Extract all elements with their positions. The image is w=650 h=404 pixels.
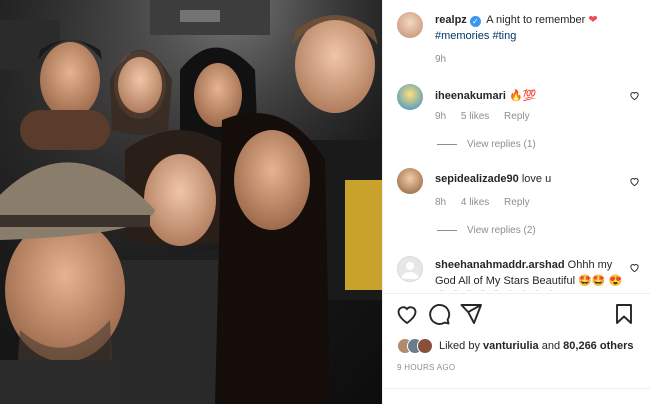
- liker-avatar: [417, 338, 433, 354]
- liked-by-others[interactable]: 80,266 others: [563, 340, 633, 352]
- comment-text: 🔥💯: [508, 90, 537, 102]
- comment-avatar[interactable]: [397, 256, 423, 282]
- comment-item: sepidealizade90 love u: [435, 171, 624, 187]
- caption-age: 9h: [435, 54, 447, 65]
- view-replies-label: View replies (1): [467, 139, 536, 150]
- post-timestamp: 9 HOURS AGO: [397, 363, 456, 372]
- view-replies-button[interactable]: View replies (2): [435, 225, 536, 236]
- add-comment-bar[interactable]: [383, 388, 650, 404]
- bookmark-icon[interactable]: [612, 302, 636, 326]
- comment-username[interactable]: iheenakumari: [435, 90, 506, 102]
- heart-icon[interactable]: [395, 302, 419, 326]
- comment-meta: 8h 4 likes Reply: [435, 197, 542, 208]
- post-caption: realpz ✓ A night to remember ❤ #memories …: [435, 12, 640, 44]
- liked-by-row[interactable]: Liked by vanturiulia and 80,266 others: [397, 336, 633, 356]
- comment-username[interactable]: sheehanahmaddr.arshad: [435, 259, 565, 271]
- liker-avatars: [397, 338, 433, 354]
- heart-emoji-icon: ❤: [588, 14, 598, 26]
- group-selfie-image: [0, 0, 382, 404]
- post-photo[interactable]: [0, 0, 382, 404]
- liked-by-and: and: [541, 340, 561, 352]
- comment-item: iheenakumari 🔥💯: [435, 88, 624, 104]
- like-comment-heart-icon[interactable]: [629, 90, 640, 101]
- default-user-icon: [401, 262, 419, 279]
- comment-likes[interactable]: 4 likes: [461, 197, 489, 208]
- like-comment-heart-icon[interactable]: [629, 262, 640, 273]
- comment-text: love u: [521, 173, 552, 185]
- view-replies-button[interactable]: View replies (1): [435, 139, 536, 150]
- caption-hashtags[interactable]: #memories #ting: [435, 30, 516, 42]
- verified-badge-icon: ✓: [469, 16, 481, 27]
- post-side-panel: realpz ✓ A night to remember ❤ #memories …: [382, 0, 650, 404]
- reply-button[interactable]: Reply: [504, 197, 530, 208]
- comment-icon[interactable]: [427, 302, 451, 326]
- share-icon[interactable]: [459, 302, 483, 326]
- post-viewer: realpz ✓ A night to remember ❤ #memories …: [0, 0, 650, 404]
- divider: [383, 293, 650, 294]
- comment-avatar[interactable]: [397, 168, 423, 194]
- view-replies-label: View replies (2): [467, 225, 536, 236]
- post-actions: [395, 302, 640, 328]
- comment-age: 8h: [435, 197, 447, 208]
- comment-username[interactable]: sepidealizade90: [435, 173, 519, 185]
- comment-likes[interactable]: 5 likes: [461, 111, 489, 122]
- author-avatar[interactable]: [397, 12, 423, 38]
- caption-text: A night to remember: [486, 14, 586, 26]
- author-username[interactable]: realpz: [435, 14, 467, 26]
- liked-by-prefix: Liked by: [439, 340, 480, 352]
- reply-button[interactable]: Reply: [504, 111, 530, 122]
- like-comment-heart-icon[interactable]: [629, 176, 640, 187]
- liked-by-user[interactable]: vanturiulia: [483, 340, 539, 352]
- comment-meta: 9h 5 likes Reply: [435, 111, 542, 122]
- comment-avatar[interactable]: [397, 84, 423, 110]
- comment-age: 9h: [435, 111, 447, 122]
- comment-item: sheehanahmaddr.arshad Ohhh my God All of…: [435, 257, 624, 291]
